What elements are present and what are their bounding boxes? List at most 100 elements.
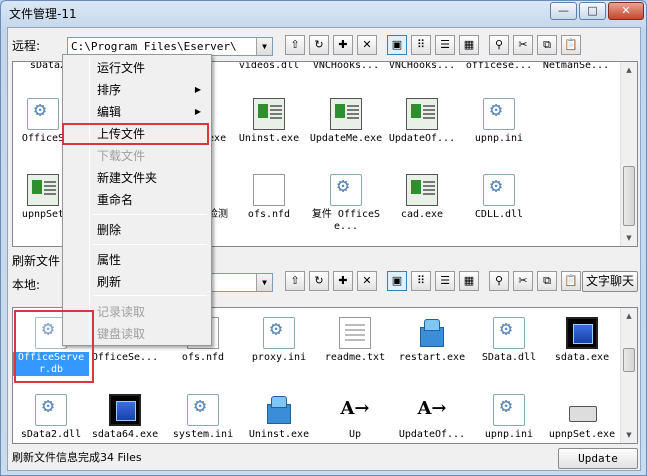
- small-icons-view-icon[interactable]: ⠿: [411, 271, 431, 291]
- delete-icon[interactable]: ✕: [357, 35, 377, 55]
- file-item[interactable]: sData2.dll: [13, 394, 89, 441]
- file-name: readme.txt: [324, 352, 386, 363]
- menu-item[interactable]: 属性: [65, 249, 209, 271]
- scroll-thumb[interactable]: [623, 348, 635, 372]
- menu-item[interactable]: 运行文件: [65, 57, 209, 79]
- scroll-up-icon[interactable]: ▲: [621, 62, 637, 78]
- text-chat-button[interactable]: 文字聊天: [582, 271, 638, 292]
- up-folder-icon[interactable]: ⇧: [285, 35, 305, 55]
- gear-file-icon: [263, 317, 295, 349]
- file-item[interactable]: A→ Up: [317, 394, 393, 441]
- file-name: UpdateOf...: [388, 133, 456, 144]
- file-item[interactable]: upnpSet.exe: [544, 394, 620, 441]
- remote-scrollbar[interactable]: ▲ ▼: [620, 62, 637, 246]
- maximize-button[interactable]: □: [579, 2, 606, 20]
- menu-item[interactable]: 编辑 ▶: [65, 101, 209, 123]
- find-icon[interactable]: ⚲: [489, 271, 509, 291]
- file-name: Uninst.exe: [238, 133, 300, 144]
- gear-file-icon: [187, 394, 219, 426]
- file-name-clipped: VNCHooks...: [312, 61, 380, 71]
- paste-icon[interactable]: 📋: [561, 271, 581, 291]
- file-name: Uninst.exe: [248, 429, 310, 440]
- file-item[interactable]: A→ UpdateOf...: [394, 394, 470, 441]
- scroll-up-icon[interactable]: ▲: [621, 308, 637, 324]
- menu-item-label: 下载文件: [97, 149, 146, 163]
- file-name: upnpSet.exe: [548, 429, 616, 440]
- local-scrollbar[interactable]: ▲ ▼: [620, 308, 637, 443]
- file-name: SData.dll: [481, 352, 537, 363]
- arrow-file-icon: A→: [340, 398, 370, 419]
- cut-icon[interactable]: ✂: [513, 271, 533, 291]
- file-item[interactable]: sdata.exe: [544, 317, 620, 364]
- minimize-button[interactable]: —: [550, 2, 577, 20]
- new-folder-icon[interactable]: ✚: [333, 271, 353, 291]
- menu-item-label: 排序: [97, 83, 122, 97]
- file-name: ofs.nfd: [247, 209, 291, 220]
- file-item[interactable]: restart.exe: [394, 317, 470, 364]
- title-bar[interactable]: 文件管理-11 — □ ✕: [1, 1, 646, 25]
- file-item[interactable]: sdata64.exe: [87, 394, 163, 441]
- close-button[interactable]: ✕: [608, 2, 644, 20]
- scroll-down-icon[interactable]: ▼: [621, 230, 637, 246]
- file-item[interactable]: cad.exe: [384, 174, 460, 221]
- arrow-file-icon: A→: [417, 398, 447, 419]
- file-item[interactable]: upnp.ini: [461, 98, 537, 145]
- file-item[interactable]: proxy.ini: [241, 317, 317, 364]
- details-view-icon[interactable]: ▦: [459, 35, 479, 55]
- refresh-icon[interactable]: ↻: [309, 35, 329, 55]
- gear-file-icon: [493, 317, 525, 349]
- gear-file-icon: [483, 98, 515, 130]
- blank-file-icon: [253, 174, 285, 206]
- details-view-icon[interactable]: ▦: [459, 271, 479, 291]
- menu-separator: [93, 214, 207, 215]
- chevron-down-icon[interactable]: ▼: [256, 274, 272, 291]
- menu-item-label: 记录读取: [97, 305, 146, 319]
- file-name: proxy.ini: [251, 352, 307, 363]
- status-top: 刷新文件: [12, 254, 61, 268]
- file-item[interactable]: upnp.ini: [471, 394, 547, 441]
- delete-icon[interactable]: ✕: [357, 271, 377, 291]
- menu-item[interactable]: 刷新: [65, 271, 209, 293]
- blue-file-icon: [566, 317, 598, 349]
- chevron-down-icon[interactable]: ▼: [256, 38, 272, 55]
- file-name: system.ini: [172, 429, 234, 440]
- file-item[interactable]: 复件 OfficeSe...: [308, 174, 384, 233]
- up-folder-icon[interactable]: ⇧: [285, 271, 305, 291]
- large-icons-view-icon[interactable]: ▣: [387, 271, 407, 291]
- menu-item[interactable]: 新建文件夹: [65, 167, 209, 189]
- file-item[interactable]: UpdateMe.exe: [308, 98, 384, 145]
- paste-icon[interactable]: 📋: [561, 35, 581, 55]
- file-item[interactable]: CDLL.dll: [461, 174, 537, 221]
- file-item[interactable]: Uninst.exe: [231, 98, 307, 145]
- menu-item[interactable]: 排序 ▶: [65, 79, 209, 101]
- copy-icon[interactable]: ⧉: [537, 271, 557, 291]
- copy-icon[interactable]: ⧉: [537, 35, 557, 55]
- menu-item[interactable]: 重命名: [65, 189, 209, 211]
- file-item[interactable]: Uninst.exe: [241, 394, 317, 441]
- file-item[interactable]: UpdateOf...: [384, 98, 460, 145]
- file-name: OfficeSe...: [91, 352, 159, 363]
- menu-item[interactable]: 删除: [65, 219, 209, 241]
- file-item[interactable]: SData.dll: [471, 317, 547, 364]
- list-view-icon[interactable]: ☰: [435, 271, 455, 291]
- file-name: upnp.ini: [474, 133, 524, 144]
- file-name: sData2.dll: [20, 429, 82, 440]
- file-item[interactable]: system.ini: [165, 394, 241, 441]
- refresh-icon[interactable]: ↻: [309, 271, 329, 291]
- file-item[interactable]: ofs.nfd: [231, 174, 307, 221]
- scroll-down-icon[interactable]: ▼: [621, 427, 637, 443]
- menu-item: 下载文件: [65, 145, 209, 167]
- update-button[interactable]: Update: [558, 448, 638, 469]
- scroll-thumb[interactable]: [623, 166, 635, 226]
- selected-file-highlight-box: [14, 310, 94, 383]
- large-icons-view-icon[interactable]: ▣: [387, 35, 407, 55]
- gear-file-icon: [493, 394, 525, 426]
- list-view-icon[interactable]: ☰: [435, 35, 455, 55]
- file-name: sdata.exe: [554, 352, 610, 363]
- find-icon[interactable]: ⚲: [489, 35, 509, 55]
- file-item[interactable]: readme.txt: [317, 317, 393, 364]
- cut-icon[interactable]: ✂: [513, 35, 533, 55]
- new-folder-icon[interactable]: ✚: [333, 35, 353, 55]
- small-icons-view-icon[interactable]: ⠿: [411, 35, 431, 55]
- exe-file-icon: [406, 174, 438, 206]
